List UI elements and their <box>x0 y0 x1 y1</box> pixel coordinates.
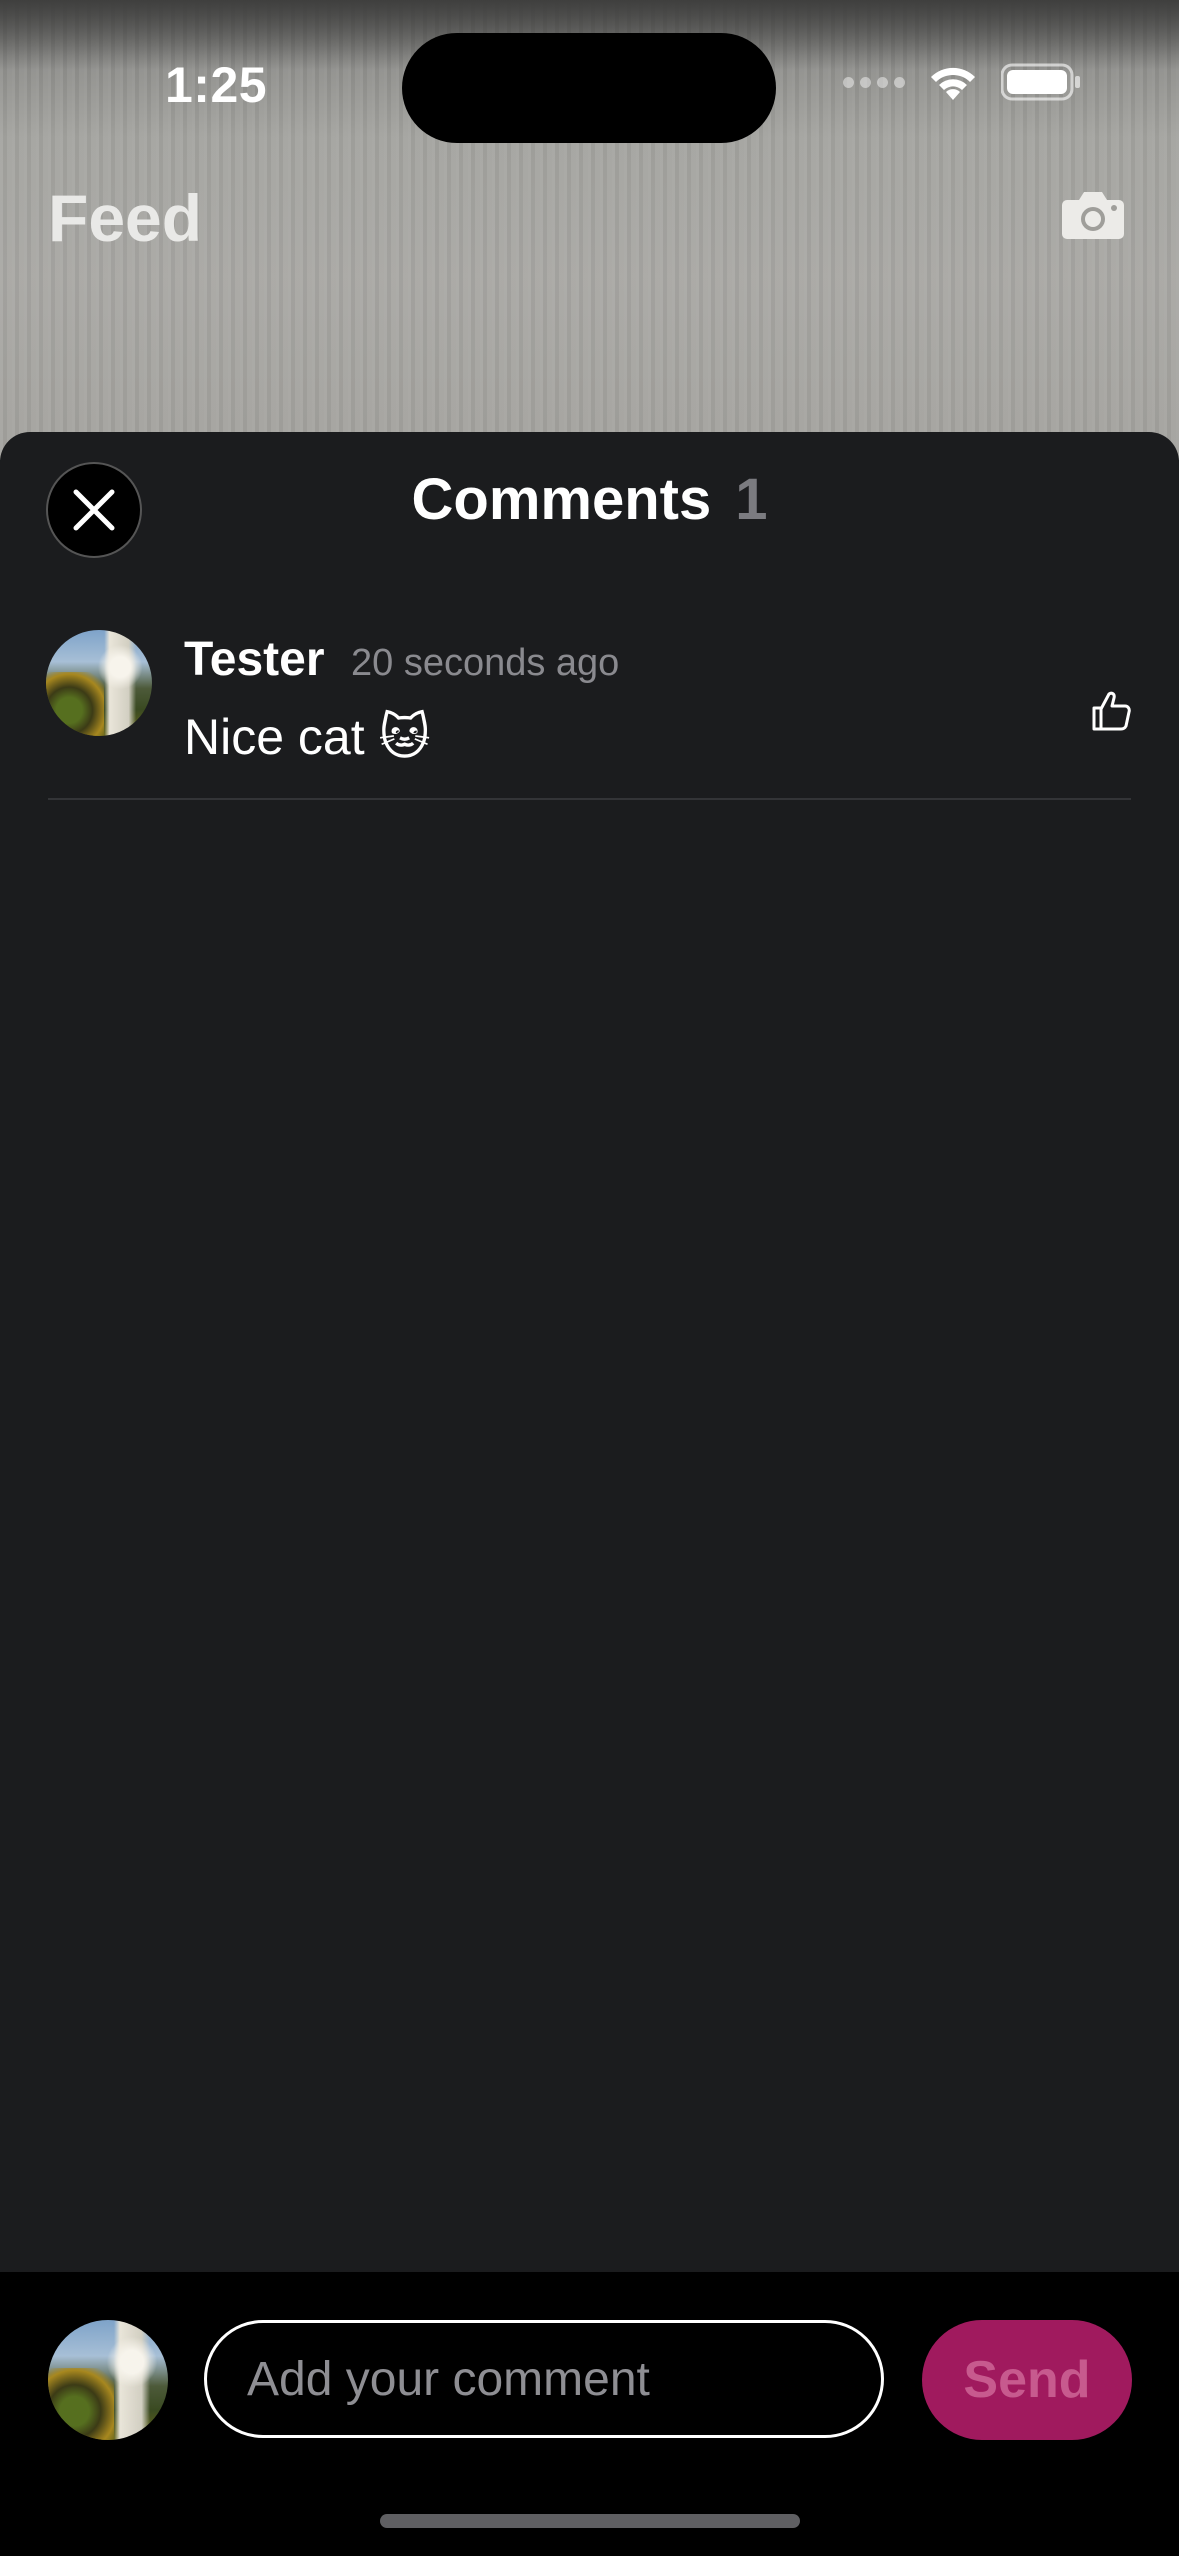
home-indicator <box>380 2514 800 2528</box>
comment-divider <box>48 798 1131 800</box>
comment-author[interactable]: Tester <box>184 632 325 687</box>
status-icons <box>843 62 1081 102</box>
comment-count: 1 <box>735 467 768 532</box>
sheet-title-label: Comments <box>411 467 712 532</box>
camera-icon[interactable] <box>1061 190 1125 245</box>
comment-timestamp: 20 seconds ago <box>351 642 620 684</box>
comment-text: Nice cat 🐱 <box>184 709 431 765</box>
user-avatar <box>48 2320 168 2440</box>
send-button[interactable]: Send <box>922 2320 1132 2440</box>
signal-icon <box>843 76 905 88</box>
like-button[interactable] <box>1091 690 1131 737</box>
sheet-title: Comments 1 <box>0 462 1179 538</box>
status-time: 1:25 <box>165 57 268 113</box>
comment-item: Tester 20 seconds ago Nice cat 🐱 <box>46 630 1131 800</box>
feed-title: Feed <box>48 181 203 255</box>
comment-input[interactable] <box>204 2320 884 2438</box>
commenter-avatar[interactable] <box>46 630 152 736</box>
thumbs-up-icon <box>1092 691 1131 731</box>
wifi-icon <box>931 67 975 100</box>
dynamic-island <box>402 33 776 143</box>
battery-icon <box>1001 63 1080 101</box>
